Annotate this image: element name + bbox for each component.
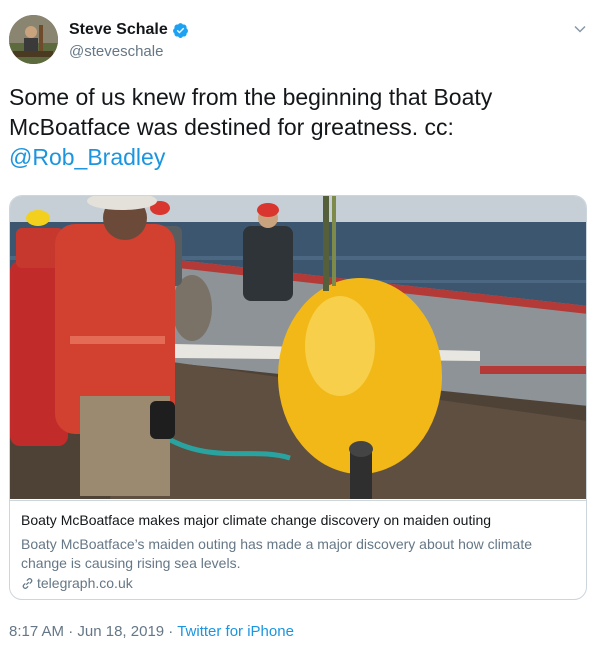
card-domain-text[interactable]: telegraph.co.uk [37, 575, 133, 591]
tweet-date[interactable]: Jun 18, 2019 [77, 623, 164, 640]
meta-separator: · [64, 623, 78, 640]
tweet-meta: 8:17 AM · Jun 18, 2019 · Twitter for iPh… [9, 623, 294, 640]
avatar[interactable] [9, 15, 58, 64]
card-body[interactable]: Boaty McBoatface makes major climate cha… [10, 500, 586, 591]
user-handle[interactable]: @steveschale [69, 43, 163, 60]
link-card[interactable]: Boaty McBoatface makes major climate cha… [9, 195, 587, 600]
card-domain[interactable]: telegraph.co.uk [21, 575, 133, 591]
meta-separator: · [164, 623, 178, 640]
card-title[interactable]: Boaty McBoatface makes major climate cha… [21, 512, 491, 528]
tweet-text: Some of us knew from the beginning that … [9, 82, 579, 172]
card-image[interactable] [10, 196, 586, 499]
verified-badge-icon [172, 22, 189, 39]
tweet-time[interactable]: 8:17 AM [9, 623, 64, 640]
tweet-body: Some of us knew from the beginning that … [9, 84, 493, 140]
tweet-source-link[interactable]: Twitter for iPhone [177, 623, 294, 640]
display-name-text[interactable]: Steve Schale [69, 21, 168, 39]
display-name[interactable]: Steve Schale [69, 21, 189, 39]
card-description: Boaty McBoatface’s maiden outing has mad… [21, 536, 533, 571]
mention-link[interactable]: @Rob_Bradley [9, 144, 165, 170]
link-icon [21, 577, 34, 590]
chevron-down-icon[interactable] [573, 22, 587, 36]
